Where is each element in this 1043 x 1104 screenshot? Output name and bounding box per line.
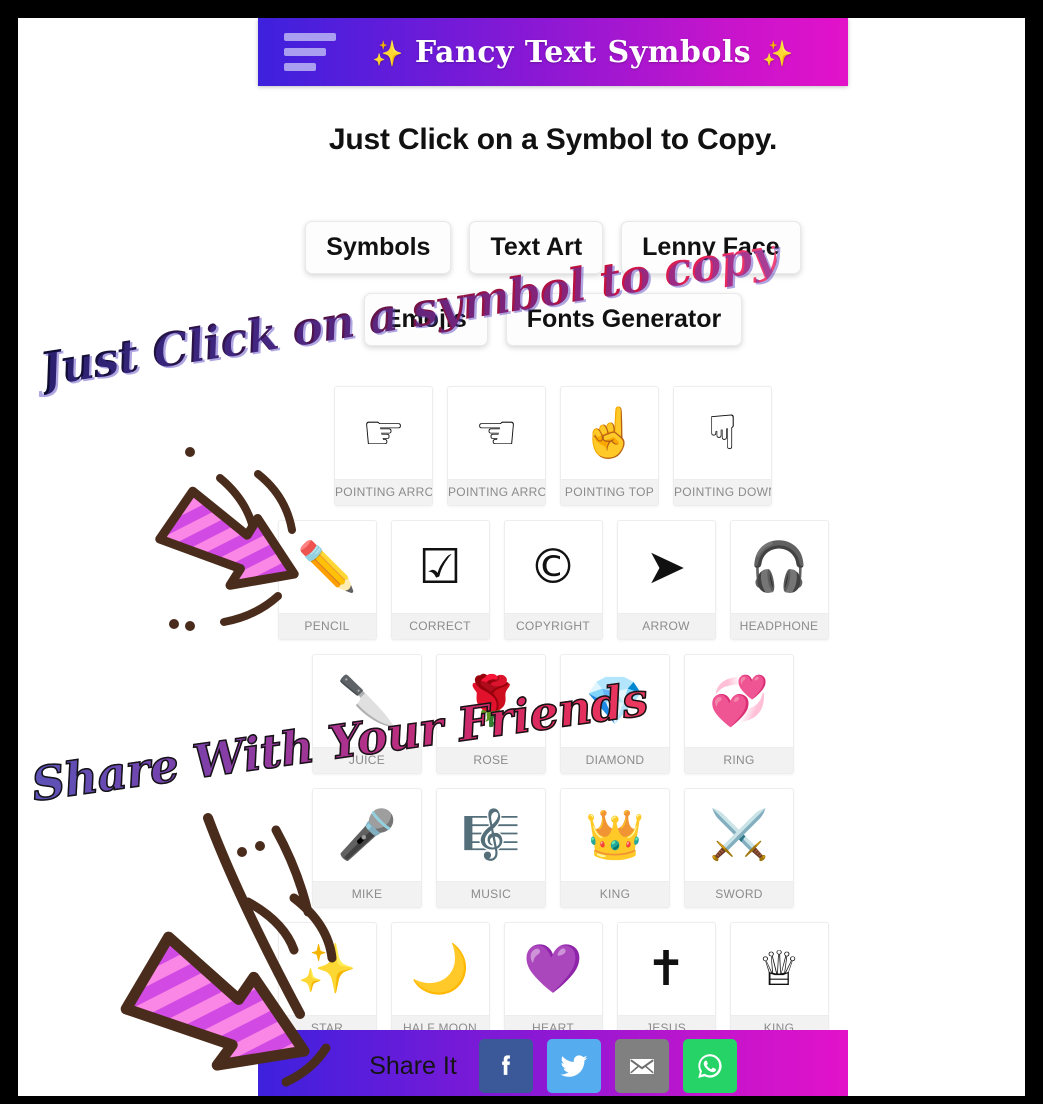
symbol-card[interactable]: ☟ POINTING DOWN: [673, 386, 772, 506]
symbol-card[interactable]: ☞ POINTING ARROW: [334, 386, 433, 506]
symbol-label: HEADPHONE: [730, 613, 828, 639]
symbol-glyph-icon: ☑: [418, 539, 462, 595]
page-canvas: ✨ Fancy Text Symbols ✨ Just Click on a S…: [18, 18, 1025, 1096]
symbol-label: PENCIL: [278, 613, 376, 639]
symbol-glyph-icon: ⚔️: [709, 807, 769, 863]
symbol-glyph-icon: ♕: [757, 941, 801, 997]
share-button-facebook[interactable]: [478, 1039, 533, 1093]
symbol-grid-row: ✨ STAR 🌙 HALF MOON 💜 HEART ✝ JESUS ♕ KING: [258, 922, 848, 1042]
share-bar: Share It: [258, 1030, 848, 1096]
symbol-card[interactable]: ✝ JESUS: [616, 922, 716, 1042]
symbol-grid-row: 🔪 JUICE 🌹 ROSE 💎 DIAMOND 💞 RING: [258, 654, 848, 774]
symbol-card[interactable]: ☑ CORRECT: [390, 520, 490, 640]
sparkles-icon-right: ✨: [762, 38, 794, 68]
page-title: Just Click on a Symbol to Copy.: [328, 123, 778, 156]
symbol-grid: ☞ POINTING ARROW ☜ POINTING ARROW ☝️ POINTING…: [258, 386, 848, 1056]
symbol-label: ROSE: [437, 747, 545, 773]
symbol-glyph-icon: ©: [529, 539, 577, 595]
symbol-label: POINTING DOWN: [674, 479, 771, 505]
nav-button-text-art[interactable]: Text Art: [469, 221, 604, 274]
symbol-card[interactable]: 🎧 HEADPHONE: [729, 520, 829, 640]
symbol-label: POINTING TOP: [561, 479, 658, 505]
hamburger-bar-3: [284, 63, 316, 71]
symbol-card[interactable]: 🎤 MIKE: [312, 788, 422, 908]
symbol-label: MIKE: [313, 881, 421, 907]
symbol-glyph-icon: ➤: [645, 539, 687, 595]
app-column: ✨ Fancy Text Symbols ✨ Just Click on a S…: [258, 18, 848, 1096]
share-button-email[interactable]: [614, 1039, 669, 1093]
symbol-label: MUSIC: [437, 881, 545, 907]
symbol-label: POINTING ARROW: [335, 479, 432, 505]
symbol-glyph-icon: ☟: [707, 405, 738, 461]
share-button-whatsapp[interactable]: [682, 1039, 737, 1093]
nav-row-secondary: Emojis Fonts Generator: [258, 293, 848, 346]
symbol-glyph-icon: 🎼: [461, 807, 521, 863]
nav-row-primary: Symbols Text Art Lenny Face: [258, 221, 848, 274]
app-title-text: Fancy Text Symbols: [414, 34, 752, 70]
symbol-glyph-icon: 💎: [585, 673, 645, 729]
symbol-label: DIAMOND: [561, 747, 669, 773]
symbol-card[interactable]: 💜 HEART: [503, 922, 603, 1042]
app-header: ✨ Fancy Text Symbols ✨: [258, 18, 848, 86]
symbol-card[interactable]: ☜ POINTING ARROW: [447, 386, 546, 506]
symbol-glyph-icon: 💜: [523, 941, 583, 997]
hamburger-bar-1: [284, 33, 336, 41]
nav-button-symbols[interactable]: Symbols: [305, 221, 452, 274]
symbol-glyph-icon: ✨: [297, 941, 357, 997]
symbol-card[interactable]: ⚔️ SWORD: [684, 788, 794, 908]
symbol-card[interactable]: © COPYRIGHT: [503, 520, 603, 640]
symbol-grid-row: ✏️ PENCIL ☑ CORRECT © COPYRIGHT ➤ ARROW 🎧 HEADPHO…: [258, 520, 848, 640]
symbol-glyph-icon: 🎧: [749, 539, 809, 595]
share-button-twitter[interactable]: [546, 1039, 601, 1093]
symbol-card[interactable]: ✏️ PENCIL: [277, 520, 377, 640]
symbol-label: JUICE: [313, 747, 421, 773]
symbol-card[interactable]: 🔪 JUICE: [312, 654, 422, 774]
symbol-grid-row: ☞ POINTING ARROW ☜ POINTING ARROW ☝️ POINTING…: [258, 386, 848, 506]
symbol-label: KING: [561, 881, 669, 907]
symbol-card[interactable]: 🌙 HALF MOON: [390, 922, 490, 1042]
symbol-glyph-icon: 🔪: [337, 673, 397, 729]
symbol-glyph-icon: 👑: [585, 807, 645, 863]
share-label: Share It: [369, 1051, 457, 1080]
app-title: ✨ Fancy Text Symbols ✨: [336, 35, 848, 70]
symbol-glyph-icon: ✝: [645, 941, 687, 997]
symbol-glyph-icon: ☝️: [579, 405, 640, 461]
symbol-card[interactable]: ✨ STAR: [277, 922, 377, 1042]
nav-button-emojis[interactable]: Emojis: [363, 293, 488, 346]
sparkles-icon-left: ✨: [372, 38, 404, 68]
symbol-glyph-icon: 🌙: [410, 941, 470, 997]
symbol-label: RING: [685, 747, 793, 773]
hamburger-menu-icon[interactable]: [284, 33, 336, 71]
hamburger-bar-2: [284, 48, 326, 56]
symbol-glyph-icon: ☜: [474, 405, 519, 461]
symbol-card[interactable]: 💎 DIAMOND: [560, 654, 670, 774]
symbol-card[interactable]: ☝️ POINTING TOP: [560, 386, 659, 506]
symbol-glyph-icon: ☞: [361, 405, 406, 461]
symbol-label: ARROW: [617, 613, 715, 639]
symbol-card[interactable]: 🎼 MUSIC: [436, 788, 546, 908]
symbol-label: SWORD: [685, 881, 793, 907]
symbol-label: COPYRIGHT: [504, 613, 602, 639]
symbol-card[interactable]: ♕ KING: [729, 922, 829, 1042]
symbol-grid-row: 🎤 MIKE 🎼 MUSIC 👑 KING ⚔️ SWORD: [258, 788, 848, 908]
symbol-card[interactable]: 🌹 ROSE: [436, 654, 546, 774]
symbol-glyph-icon: 🎤: [337, 807, 397, 863]
symbol-glyph-icon: ✏️: [297, 539, 357, 595]
symbol-glyph-icon: 🌹: [461, 673, 521, 729]
symbol-card[interactable]: 👑 KING: [560, 788, 670, 908]
symbol-label: CORRECT: [391, 613, 489, 639]
symbol-glyph-icon: 💞: [709, 673, 769, 729]
symbol-label: POINTING ARROW: [448, 479, 545, 505]
symbol-card[interactable]: ➤ ARROW: [616, 520, 716, 640]
symbol-card[interactable]: 💞 RING: [684, 654, 794, 774]
nav-button-lenny-face[interactable]: Lenny Face: [621, 221, 801, 274]
nav-button-fonts-generator[interactable]: Fonts Generator: [505, 293, 743, 346]
